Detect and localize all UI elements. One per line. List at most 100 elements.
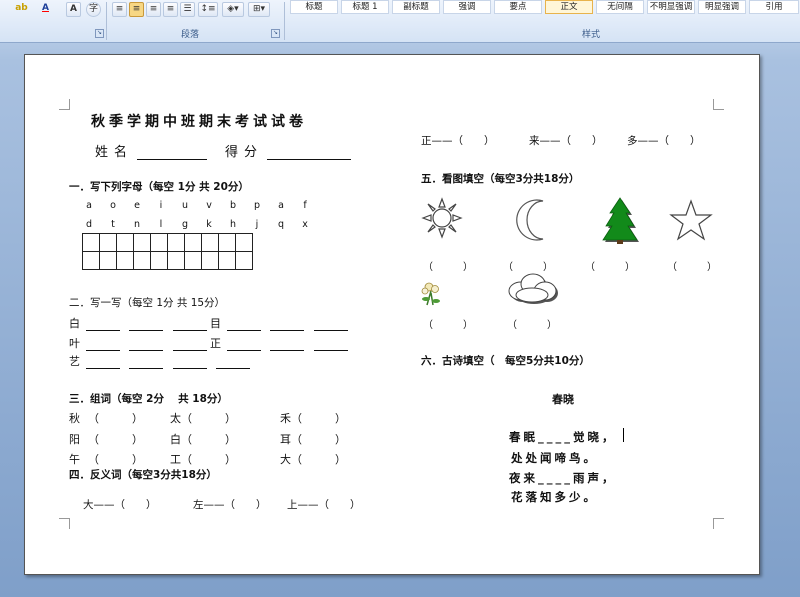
letter: o (110, 200, 116, 211)
writing-grid[interactable] (82, 233, 253, 270)
word-char: 禾 (280, 412, 291, 425)
antonym-item[interactable]: 正——（ ） (421, 133, 495, 148)
antonym-item[interactable]: 来——（ ） (529, 133, 603, 148)
sun-icon (421, 197, 463, 239)
picture-paren[interactable]: （ ） (585, 258, 635, 273)
word-row: 午 （ ） (69, 451, 143, 467)
poem-line[interactable]: 夜来____雨声， (509, 470, 617, 486)
write-blank[interactable] (129, 368, 163, 369)
write-blank[interactable] (85, 330, 120, 331)
write-blank[interactable] (313, 350, 348, 351)
write-blank[interactable] (226, 350, 261, 351)
write-blank[interactable] (129, 350, 163, 351)
word-char: 白 (170, 433, 181, 446)
write-blank[interactable] (85, 350, 120, 351)
enclosed-char-icon[interactable]: 字 (86, 2, 101, 17)
write-char: 目 (210, 317, 221, 330)
align-right-icon[interactable]: ≡ (146, 2, 161, 17)
justify-icon[interactable]: ≡ (163, 2, 178, 17)
word-paren[interactable]: （ ） (88, 412, 143, 425)
word-paren[interactable]: （ ） (88, 453, 143, 466)
letter: l (159, 219, 163, 230)
score-blank[interactable] (267, 159, 352, 160)
style-key-point[interactable]: 要点 (494, 0, 542, 14)
word-char: 秋 (69, 412, 80, 425)
antonym-item[interactable]: 大——（ ） (83, 497, 157, 512)
crop-mark (713, 518, 724, 529)
exam-title: 秋季学期中班期末考试试卷 (91, 114, 307, 130)
write-row-2: 叶 (69, 335, 207, 351)
ribbon-separator (284, 2, 285, 40)
letter: t (111, 219, 115, 230)
style-subtitle[interactable]: 副标题 (392, 0, 440, 14)
antonym-item[interactable]: 上——（ ） (287, 497, 361, 512)
write-blank[interactable] (85, 368, 120, 369)
moon-icon (516, 199, 544, 241)
poem-line[interactable]: 花落知多少。 (511, 489, 598, 505)
antonym-item[interactable]: 左——（ ） (193, 497, 267, 512)
word-char: 大 (280, 453, 291, 466)
word-paren[interactable]: （ ） (181, 453, 236, 466)
write-blank[interactable] (172, 368, 207, 369)
star-icon (669, 199, 713, 241)
word-paren[interactable]: （ ） (181, 412, 236, 425)
write-blank[interactable] (172, 330, 207, 331)
style-intense-emphasis[interactable]: 明显强调 (698, 0, 746, 14)
word-paren[interactable]: （ ） (181, 433, 236, 446)
letter: e (134, 200, 140, 211)
write-row-2b: 正 (210, 335, 348, 351)
picture-paren[interactable]: （ ） (507, 316, 557, 331)
write-blank[interactable] (270, 330, 304, 331)
word-row: 禾（ ） (280, 410, 346, 426)
letter: a (278, 200, 284, 211)
font-dialog-launcher[interactable]: ↘ (95, 29, 104, 38)
word-char: 太 (170, 412, 181, 425)
poem-line[interactable]: 处处闻啼鸟。 (511, 450, 598, 466)
write-blank[interactable] (313, 330, 348, 331)
picture-paren[interactable]: （ ） (423, 316, 473, 331)
write-char: 正 (210, 337, 221, 350)
picture-paren[interactable]: （ ） (667, 258, 717, 273)
word-row: 大（ ） (280, 451, 346, 467)
style-heading[interactable]: 标题 (290, 0, 338, 14)
write-blank[interactable] (172, 350, 207, 351)
letter: g (181, 219, 189, 230)
style-emphasis[interactable]: 强调 (443, 0, 491, 14)
write-blank[interactable] (129, 330, 163, 331)
word-row: 秋 （ ） (69, 410, 143, 426)
distribute-icon[interactable]: ☰ (180, 2, 195, 17)
letter: k (206, 219, 212, 230)
document-page[interactable]: 秋季学期中班期末考试试卷 姓名 得分 一．写下列字母（每空 1分 共 20分） … (24, 54, 760, 575)
section-2-heading: 二．写一写（每空 1分 共 15分） (69, 297, 226, 309)
char-shade-icon[interactable]: A (66, 2, 81, 17)
align-left-icon[interactable]: ≡ (112, 2, 127, 17)
paragraph-dialog-launcher[interactable]: ↘ (271, 29, 280, 38)
write-blank[interactable] (216, 368, 250, 369)
align-center-icon[interactable]: ≡ (129, 2, 144, 17)
write-blank[interactable] (270, 350, 304, 351)
style-subtle-emphasis[interactable]: 不明显强调 (647, 0, 695, 14)
name-blank[interactable] (137, 159, 208, 160)
antonym-item[interactable]: 多——（ ） (627, 133, 701, 148)
style-heading-1[interactable]: 标题 1 (341, 0, 389, 14)
word-paren[interactable]: （ ） (88, 433, 143, 446)
font-color-icon[interactable]: A (38, 2, 53, 17)
word-row: 太（ ） (170, 410, 236, 426)
name-label: 姓名 (95, 141, 208, 160)
letter: p (253, 200, 261, 211)
shading-icon[interactable]: ◈▾ (222, 2, 244, 17)
poem-line[interactable]: 春眠____觉晓， (509, 429, 617, 445)
style-quote[interactable]: 引用 (749, 0, 799, 14)
word-paren[interactable]: （ ） (291, 453, 346, 466)
borders-icon[interactable]: ⊞▾ (248, 2, 270, 17)
write-blank[interactable] (226, 330, 261, 331)
styles-group-label: 样式 (582, 30, 601, 40)
highlight-icon[interactable]: ab (14, 2, 29, 17)
line-spacing-icon[interactable]: ↕≡ (198, 2, 218, 17)
letter: v (206, 200, 212, 211)
style-normal[interactable]: 正文 (545, 0, 593, 14)
style-no-spacing[interactable]: 无间隔 (596, 0, 644, 14)
word-paren[interactable]: （ ） (291, 433, 346, 446)
picture-paren[interactable]: （ ） (423, 258, 473, 273)
word-paren[interactable]: （ ） (291, 412, 346, 425)
